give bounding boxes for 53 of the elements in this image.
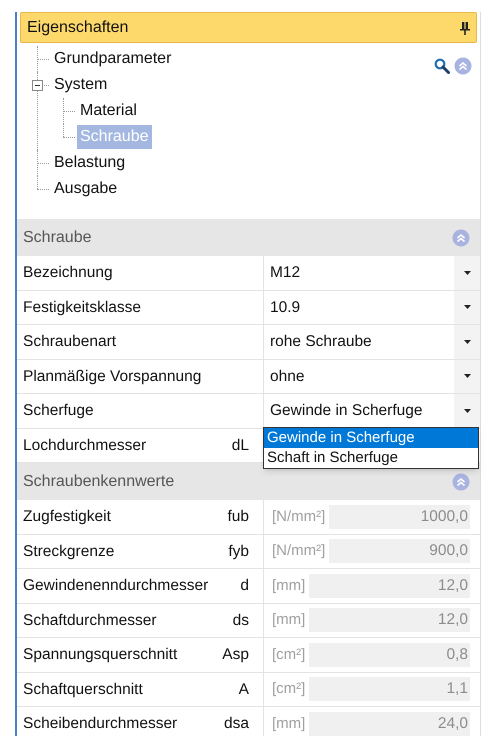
- tree-item[interactable]: Material: [77, 99, 140, 123]
- tree-item[interactable]: Belastung: [51, 151, 128, 175]
- property-label: Schaftdurchmesser: [23, 610, 157, 631]
- property-label: Lochdurchmesser: [23, 436, 146, 456]
- property-label: Gewindenenndurchmesser: [23, 576, 208, 596]
- section-title: Schraubenkennwerte: [23, 472, 174, 492]
- property-label: Spannungsquerschnitt: [23, 645, 178, 666]
- dropdown-option[interactable]: Schaft in Scherfuge: [264, 448, 478, 468]
- property-label: Zugfestigkeit: [23, 507, 111, 528]
- property-symbol: Asp: [222, 645, 249, 666]
- panel-title: Eigenschaften: [27, 18, 128, 38]
- property-symbol: dL: [232, 436, 249, 456]
- section-title: Schraube: [23, 228, 92, 248]
- property-symbol: dsa: [224, 714, 249, 734]
- search-icon[interactable]: [434, 58, 450, 74]
- property-symbol: ds: [232, 610, 249, 631]
- unit-label: [mm]: [272, 576, 306, 596]
- property-label: Schraubenart: [23, 332, 116, 352]
- property-label: Scheibendurchmesser: [23, 714, 178, 734]
- value-field: 1,1: [309, 677, 470, 702]
- unit-label: [cm²]: [272, 679, 306, 699]
- collapse-toggle[interactable]: [32, 80, 43, 91]
- unit-label: [N/mm²]: [272, 541, 326, 561]
- caret-icon: [464, 305, 470, 310]
- property-symbol: d: [240, 576, 249, 596]
- value-field: 900,0: [329, 539, 470, 564]
- tree-item[interactable]: System: [51, 73, 110, 97]
- unit-label: [mm]: [272, 610, 306, 630]
- property-label: Festigkeitsklasse: [23, 298, 142, 318]
- property-label: Bezeichnung: [23, 263, 113, 284]
- property-symbol: fub: [227, 507, 249, 528]
- caret-icon: [464, 408, 470, 413]
- property-symbol: fyb: [228, 542, 249, 562]
- caret-icon: [464, 374, 470, 378]
- dropdown-option[interactable]: Gewinde in Scherfuge: [264, 428, 478, 448]
- tree-item[interactable]: Ausgabe: [51, 177, 120, 201]
- property-label: Schaftquerschnitt: [23, 680, 143, 700]
- caret-icon: [464, 270, 470, 275]
- property-label: Streckgrenze: [23, 542, 114, 562]
- tree-item[interactable]: Grundparameter: [51, 47, 174, 71]
- property-symbol: A: [238, 680, 249, 700]
- value-field: 12,0: [309, 608, 470, 632]
- unit-label: [mm]: [272, 714, 306, 734]
- property-label: Planmäßige Vorspannung: [23, 366, 202, 387]
- pin-icon[interactable]: [460, 20, 470, 34]
- caret-icon: [464, 340, 470, 344]
- value-field: 1000,0: [329, 504, 470, 529]
- value-field: 0,8: [309, 642, 470, 667]
- unit-label: [N/mm²]: [272, 506, 326, 526]
- value-field: 12,0: [309, 574, 470, 598]
- property-label: Scherfuge: [23, 401, 94, 422]
- unit-label: [cm²]: [272, 644, 306, 664]
- value-field: 24,0: [309, 712, 470, 736]
